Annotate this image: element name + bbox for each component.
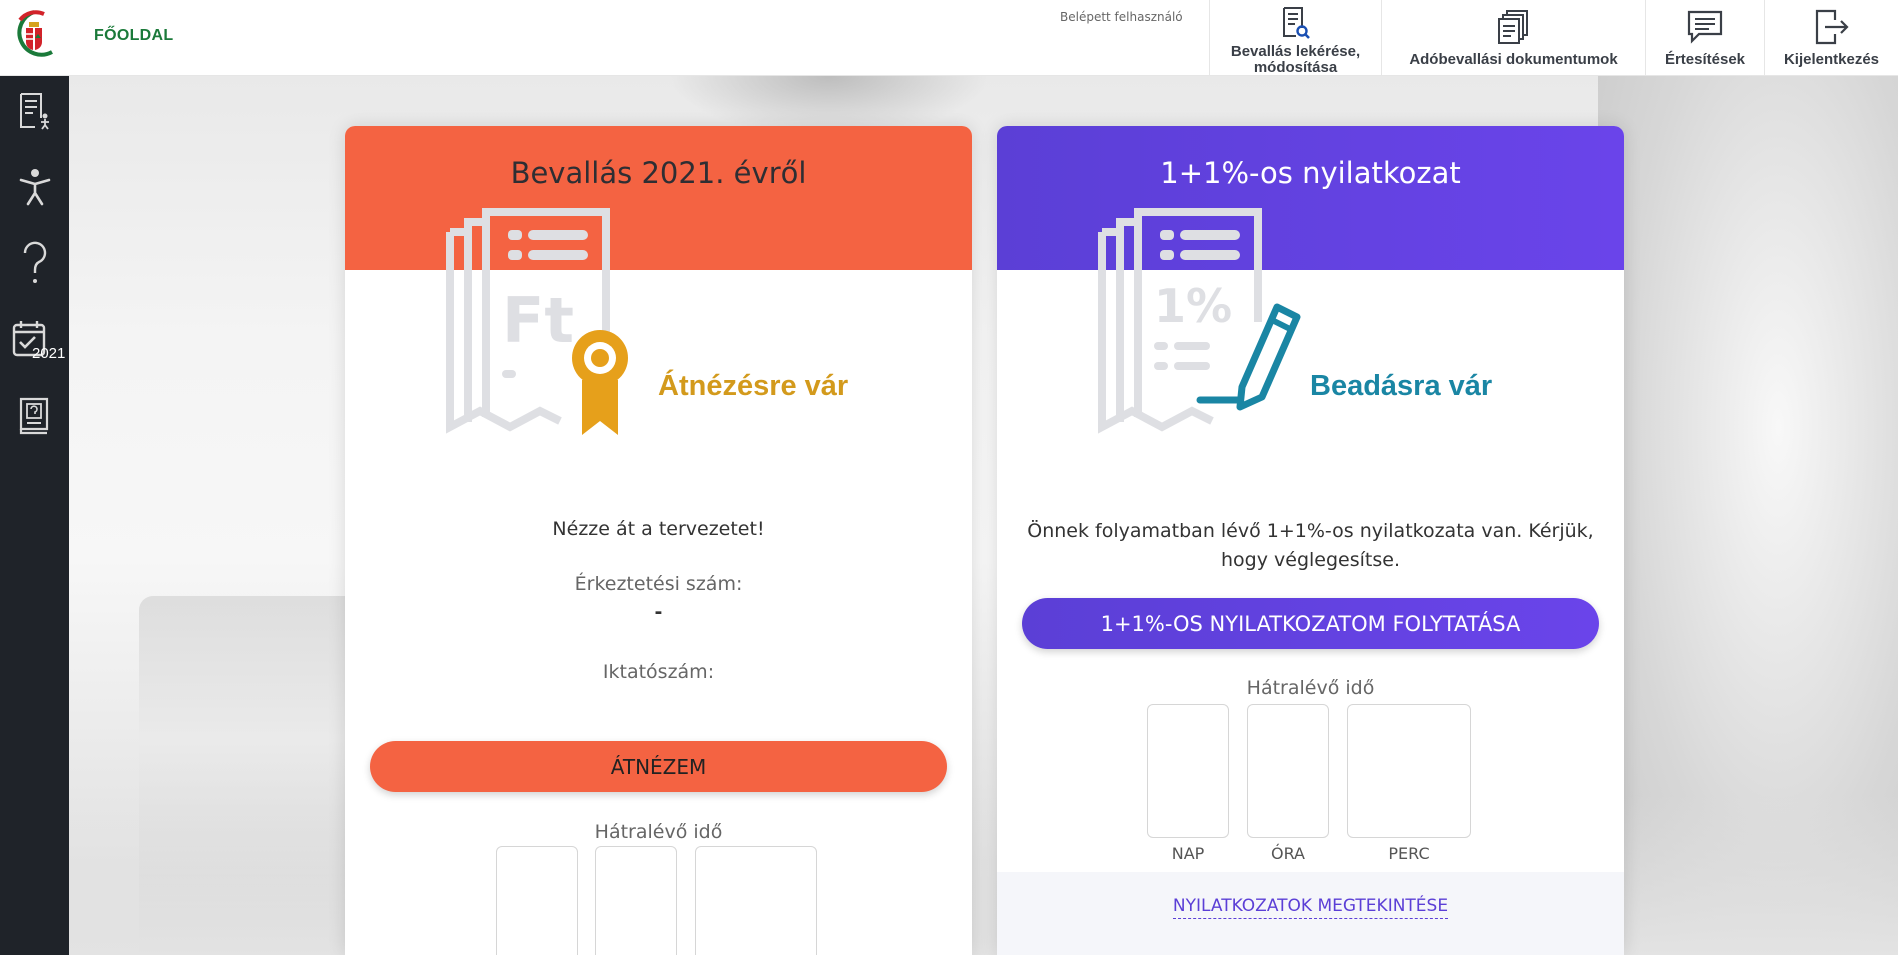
document-search-icon [1282,7,1310,39]
sidebar-item-year[interactable] [0,304,69,374]
checklist-person-icon [19,93,49,130]
declaration-message-line1: Önnek folyamatban lévő 1+1%-os nyilatkoz… [1027,520,1594,542]
declaration-status: Beadásra vár [1310,370,1493,402]
top-header: FŐOLDAL Belépett felhasználó Bevallás le… [0,0,1898,76]
sidebar-item-returns[interactable] [0,76,69,146]
remaining-time-label: Hátralévő idő [1246,677,1375,699]
declaration-card-footer: NYILATKOZATOK MEGTEKINTÉSE [997,872,1624,955]
document-percent-pen-icon: 1% [1098,208,1301,434]
days-unit-label: NAP [1171,844,1205,863]
view-declarations-link[interactable]: NYILATKOZATOK MEGTEKINTÉSE [1172,896,1449,919]
tax-return-status: Átnézésre vár [658,370,849,402]
nav-notifications[interactable]: Értesítések [1645,0,1764,76]
arrival-number-value: - [654,601,663,623]
home-link[interactable]: FŐOLDAL [94,27,173,45]
svg-text:1%: 1% [1154,279,1232,333]
remaining-days-box [496,846,578,955]
continue-declaration-button[interactable]: 1+1%-OS NYILATKOZATOM FOLYTATÁSA [1022,598,1599,649]
minutes-unit-label: PERC [1388,844,1430,863]
declaration-card-title: 1+1%-os nyilatkozat [1160,156,1461,190]
remaining-days-box [1147,704,1229,838]
tax-document-ft-icon: Ft [446,208,628,435]
sidebar-item-help[interactable] [0,228,69,298]
logout-icon [1815,9,1849,45]
declaration-message-line2: hogy véglegesítse. [1221,549,1400,571]
tax-return-instruction: Nézze át a tervezetet! [552,518,765,540]
nav-tax-documents-label: Adóbevallási dokumentumok [1409,51,1618,68]
hours-unit-label: ÓRA [1270,844,1305,863]
remaining-hours-box [1247,704,1329,838]
nav-tax-documents[interactable]: Adóbevallási dokumentumok [1381,0,1645,76]
tax-return-card: Bevallás 2021. évről Ft Átnézésre vár Né… [345,126,972,955]
view-declarations-link-wrap: NYILATKOZATOK MEGTEKINTÉSE [997,896,1624,919]
remaining-minutes-box [1347,704,1471,838]
logged-in-user-label: Belépett felhasználó [1060,10,1183,24]
documents-stack-icon [1497,10,1528,44]
nav-logout[interactable]: Kijelentkezés [1764,0,1898,76]
sidebar-item-accessibility[interactable] [0,152,69,222]
arrival-number-label: Érkeztetési szám: [574,573,743,595]
sidebar-item-guide[interactable] [0,380,69,450]
sidebar-year-label: 2021 [32,345,66,362]
hungarian-coat-of-arms-logo[interactable] [12,8,56,66]
filing-number-label: Iktatószám: [602,661,715,683]
tax-return-card-title: Bevallás 2021. évről [510,156,807,190]
left-sidebar: 2021 [0,76,69,955]
message-icon [1687,10,1723,44]
remaining-time-label: Hátralévő idő [594,821,723,843]
nav-return-query[interactable]: Bevallás lekérése, módosítása [1209,0,1381,76]
review-button[interactable]: ÁTNÉZEM [370,741,947,792]
declaration-card: 1+1%-os nyilatkozat 1% Beadásra vár Önne… [997,126,1624,955]
nav-logout-label: Kijelentkezés [1783,51,1880,68]
help-question-icon [23,241,46,283]
svg-text:Ft: Ft [502,284,574,357]
help-book-icon [19,397,48,435]
accessibility-icon [19,169,50,206]
nav-return-query-label: Bevallás lekérése, módosítása [1230,43,1361,76]
remaining-hours-box [595,846,677,955]
nav-notifications-label: Értesítések [1664,51,1746,68]
remaining-minutes-box [695,846,817,955]
